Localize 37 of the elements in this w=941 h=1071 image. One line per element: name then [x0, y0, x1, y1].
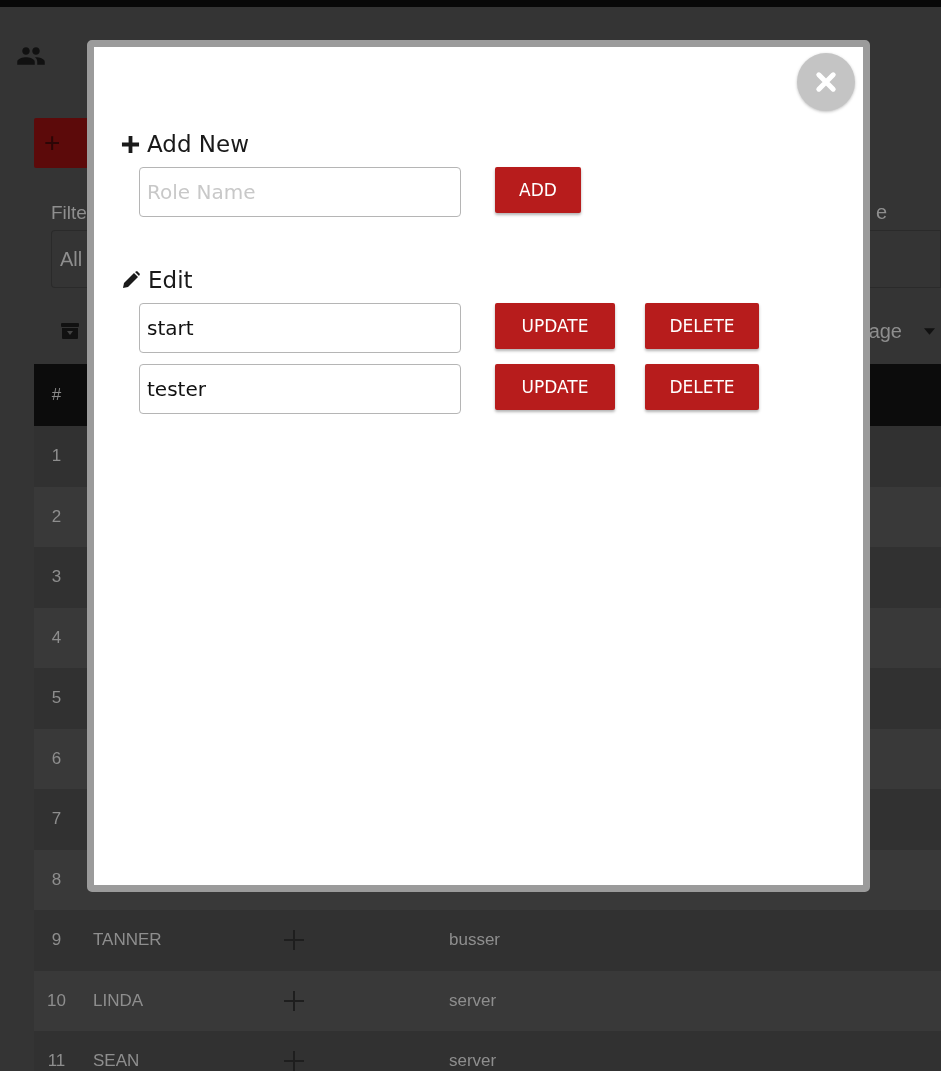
row-number: 7 [50, 809, 63, 830]
employee-role: server [449, 1051, 497, 1071]
update-button[interactable]: UPDATE [495, 364, 615, 410]
row-number: 2 [50, 506, 63, 527]
row-number: 10 [46, 990, 67, 1011]
field-label: e [875, 201, 887, 224]
employee-name: TANNER [92, 930, 163, 951]
section-title: Add New [147, 131, 249, 157]
section-title: Edit [148, 267, 193, 293]
row-number: 6 [50, 748, 63, 769]
row-number: 11 [46, 1051, 67, 1071]
row-number: 8 [50, 869, 63, 890]
close-button[interactable] [797, 53, 855, 111]
column-label: age [868, 319, 902, 343]
row-number: 3 [50, 567, 63, 588]
delete-button[interactable]: DELETE [645, 364, 759, 410]
plus-icon [121, 134, 140, 154]
pencil-icon [121, 270, 141, 290]
role-name-field[interactable]: tester [139, 364, 461, 414]
update-button[interactable]: UPDATE [495, 303, 615, 349]
close-icon [814, 70, 838, 94]
filter-label: Filte [51, 201, 87, 224]
plus-icon[interactable] [283, 989, 305, 1012]
employee-role: busser [449, 930, 501, 951]
row-number: 1 [50, 446, 63, 467]
column-header: # [50, 385, 63, 405]
employee-role: server [449, 990, 497, 1011]
archive-icon[interactable] [60, 321, 80, 341]
row-number: 9 [50, 930, 63, 951]
employee-name: SEAN [92, 1051, 141, 1071]
delete-button[interactable]: DELETE [645, 303, 759, 349]
role-name-field[interactable]: start [139, 303, 461, 353]
row-number: 5 [50, 688, 63, 709]
caret-icon[interactable] [924, 327, 935, 335]
employee-name: LINDA [92, 990, 145, 1011]
add-button[interactable]: ADD [495, 167, 581, 213]
row-number: 4 [50, 627, 63, 648]
